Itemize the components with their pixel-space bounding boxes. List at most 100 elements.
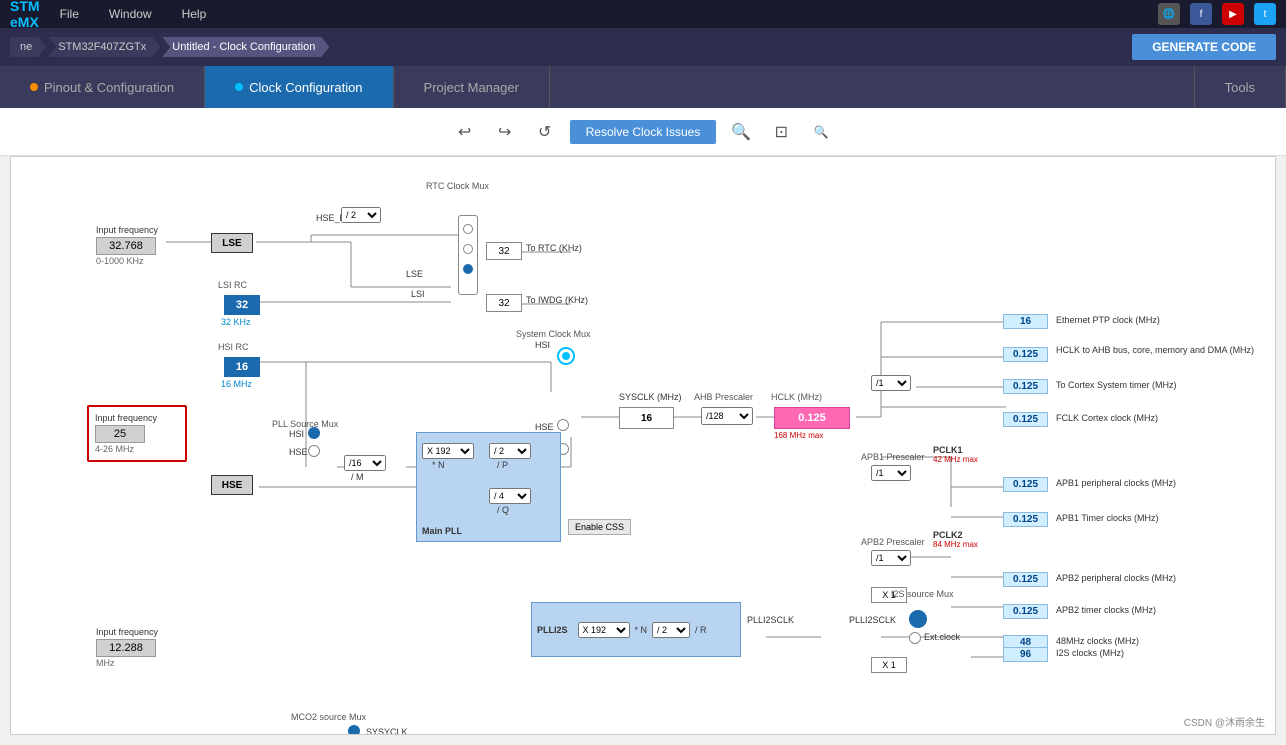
- main-pll-box: X 192 * N / 2 / P / 4 / Q Main PLL: [416, 432, 561, 542]
- undo-button[interactable]: ↩: [450, 117, 480, 147]
- breadcrumb-project[interactable]: Untitled - Clock Configuration: [162, 37, 329, 57]
- hclk-val-box: 0.125: [774, 407, 850, 429]
- plli2sclk-label-1: PLLI2SCLK: [747, 615, 794, 625]
- menu-file[interactable]: File: [60, 7, 79, 21]
- div1-select-1[interactable]: /1: [871, 375, 911, 391]
- mco2-radio-1[interactable]: [348, 725, 360, 735]
- zoom-out-button[interactable]: 🔍: [806, 117, 836, 147]
- ahb-prescaler-select[interactable]: /128: [701, 407, 753, 425]
- zoom-fit-button[interactable]: ⊡: [766, 117, 796, 147]
- tab-tools[interactable]: Tools: [1194, 66, 1286, 108]
- sysclk-mco-label: SYSYCLK: [366, 727, 408, 735]
- enable-css-button[interactable]: Enable CSS: [568, 519, 631, 535]
- input-freq-bot-sublabel: MHz: [96, 658, 158, 668]
- menu-window[interactable]: Window: [109, 7, 152, 21]
- hse-mux-label: HSE: [535, 422, 554, 432]
- x1-box-2: X 1: [871, 657, 907, 673]
- i2s-src-mux-label: I2S source Mux: [891, 589, 954, 599]
- generate-code-button[interactable]: GENERATE CODE: [1132, 34, 1276, 60]
- rtc-radio-1[interactable]: [463, 224, 473, 234]
- out-label-7: APB2 timer clocks (MHz): [1056, 605, 1156, 615]
- input-freq-lse-label: Input frequency: [96, 225, 158, 235]
- out-label-8: 48MHz clocks (MHz): [1056, 636, 1139, 646]
- sysclk-val-box: 16: [619, 407, 674, 429]
- input-freq-hse-value[interactable]: [95, 425, 145, 443]
- sys-mux-hse[interactable]: [557, 419, 569, 431]
- out-label-4: APB1 peripheral clocks (MHz): [1056, 478, 1176, 488]
- input-freq-lse: Input frequency 0-1000 KHz: [96, 225, 158, 266]
- n-label: * N: [432, 460, 445, 470]
- div2-select[interactable]: / 2: [489, 443, 531, 459]
- to-rtc-label: To RTC (KHz): [526, 243, 582, 253]
- apb2-prescaler-select[interactable]: /1: [871, 550, 911, 566]
- top-menu: File Window Help: [60, 7, 207, 21]
- i2s-clocks-label: I2S clocks (MHz): [1056, 648, 1124, 658]
- apb2-max-label: 84 MHz max: [933, 540, 978, 549]
- out-val-7: 0.125: [1003, 604, 1048, 619]
- pclk1-label: PCLK1: [933, 445, 963, 455]
- div16-select[interactable]: /16: [344, 455, 386, 471]
- tab-dot-pinout: [30, 83, 38, 91]
- sys-clk-mux-label: System Clock Mux: [516, 329, 591, 339]
- out-label-1: HCLK to AHB bus, core, memory and DMA (M…: [1056, 345, 1256, 356]
- pll-hse-radio[interactable]: [308, 445, 320, 457]
- ahb-prescaler-label: AHB Prescaler: [694, 392, 753, 402]
- toolbar: ↩ ↪ ↺ Resolve Clock Issues 🔍 ⊡ 🔍: [0, 108, 1286, 156]
- zoom-in-button[interactable]: 🔍: [726, 117, 756, 147]
- youtube-icon[interactable]: ▶: [1222, 3, 1244, 25]
- tab-clock-label: Clock Configuration: [249, 80, 362, 95]
- apb1-prescaler-select[interactable]: /1: [871, 465, 911, 481]
- out-val-3: 0.125: [1003, 412, 1048, 427]
- x192-select[interactable]: X 192: [422, 443, 474, 459]
- input-freq-lse-value[interactable]: [96, 237, 156, 255]
- lsi-line-label: LSI: [411, 289, 425, 299]
- out-val-0: 16: [1003, 314, 1048, 329]
- refresh-button[interactable]: ↺: [530, 117, 560, 147]
- top-bar: STMeMX File Window Help 🌐 f ▶ t: [0, 0, 1286, 28]
- tab-project[interactable]: Project Manager: [394, 66, 550, 108]
- input-freq-bottom: Input frequency MHz: [96, 627, 158, 668]
- pclk2-label: PCLK2: [933, 530, 963, 540]
- tab-clock[interactable]: Clock Configuration: [205, 66, 393, 108]
- rtc-radio-3[interactable]: [463, 264, 473, 274]
- tab-pinout-label: Pinout & Configuration: [44, 80, 174, 95]
- plli2s-div2-select[interactable]: / 2: [652, 622, 690, 638]
- div4-select[interactable]: / 4: [489, 488, 531, 504]
- ext-clock-label: Ext.clock: [924, 632, 960, 642]
- i2s-mux-radio-1[interactable]: [909, 610, 927, 628]
- input-freq-bot-value[interactable]: [96, 639, 156, 657]
- twitter-icon[interactable]: t: [1254, 3, 1276, 25]
- main-pll-inner-label: Main PLL: [422, 526, 462, 536]
- input-freq-hse-sublabel: 4-26 MHz: [95, 444, 179, 454]
- hclk-label: HCLK (MHz): [771, 392, 822, 402]
- resolve-clock-button[interactable]: Resolve Clock Issues: [570, 120, 717, 144]
- tab-project-label: Project Manager: [424, 80, 519, 95]
- plli2s-x192-select[interactable]: X 192: [578, 622, 630, 638]
- out-label-6: APB2 peripheral clocks (MHz): [1056, 573, 1176, 583]
- input-freq-hse-label: Input frequency: [95, 413, 179, 423]
- globe-icon[interactable]: 🌐: [1158, 3, 1180, 25]
- facebook-icon[interactable]: f: [1190, 3, 1212, 25]
- i2s-val-box: 96: [1003, 647, 1048, 662]
- input-freq-bot-label: Input frequency: [96, 627, 158, 637]
- breadcrumb-home[interactable]: ne: [10, 37, 46, 57]
- rtc-radio-2[interactable]: [463, 244, 473, 254]
- menu-help[interactable]: Help: [182, 7, 207, 21]
- hsi-mhz-label: 16 MHz: [221, 379, 252, 389]
- sys-mux-selected[interactable]: [557, 347, 575, 365]
- hsi-mux-label: HSI: [535, 340, 550, 350]
- breadcrumb-device[interactable]: STM32F407ZGTx: [48, 37, 160, 57]
- pll-hsi-label: HSI: [289, 429, 304, 439]
- rtc-val-box: 32: [486, 242, 522, 260]
- apb1-max-label: 42 MHz max: [933, 455, 978, 464]
- redo-button[interactable]: ↪: [490, 117, 520, 147]
- tab-pinout[interactable]: Pinout & Configuration: [0, 66, 205, 108]
- iwdg-val-box: 32: [486, 294, 522, 312]
- i2s-mux-radio-2[interactable]: [909, 632, 921, 644]
- lse-chip: LSE: [211, 233, 253, 253]
- pll-source-mux-label: PLL Source Mux: [272, 419, 338, 429]
- hse-div2-select[interactable]: / 2: [341, 207, 381, 223]
- pll-hsi-radio[interactable]: [308, 427, 320, 439]
- breadcrumb: ne STM32F407ZGTx Untitled - Clock Config…: [10, 37, 331, 57]
- out-label-5: APB1 Timer clocks (MHz): [1056, 513, 1159, 523]
